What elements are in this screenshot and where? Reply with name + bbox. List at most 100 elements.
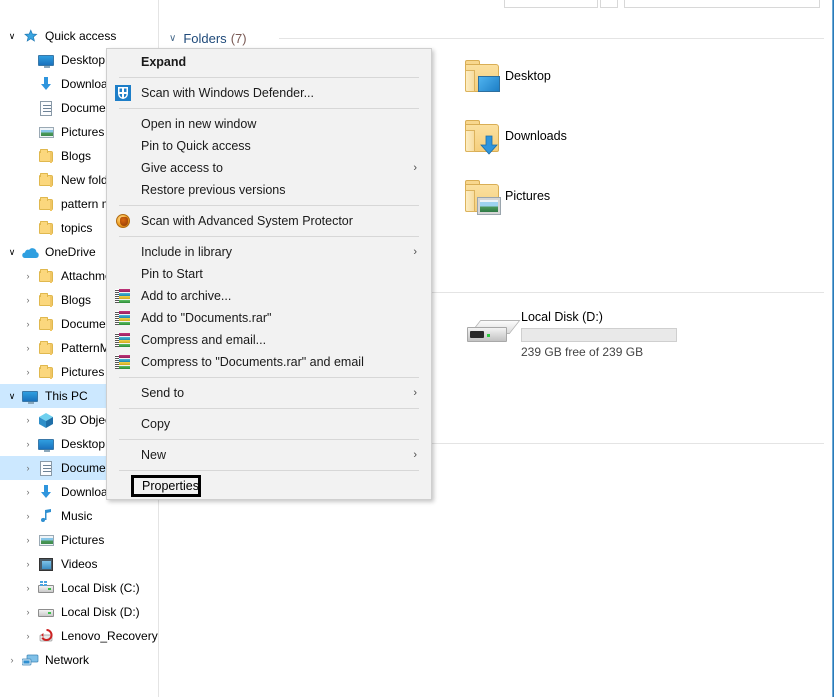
menu-item-label: Give access to xyxy=(141,161,223,175)
chevron-right-icon[interactable]: › xyxy=(20,312,36,336)
sidebar-item-label: Lenovo_Recovery (E:) xyxy=(61,629,158,643)
menu-separator xyxy=(119,77,419,78)
menu-item-expand[interactable]: Expand xyxy=(107,51,431,73)
menu-item-pin-to-start[interactable]: Pin to Start xyxy=(107,263,431,285)
winrar-icon xyxy=(115,288,131,304)
download-icon xyxy=(36,482,56,502)
chevron-right-icon[interactable]: › xyxy=(20,504,36,528)
chevron-right-icon[interactable]: › xyxy=(20,480,36,504)
chevron-right-icon[interactable]: › xyxy=(20,288,36,312)
winrar-icon xyxy=(115,354,131,370)
chevron-right-icon[interactable]: › xyxy=(20,336,36,360)
sidebar-item-label: Desktop xyxy=(61,437,105,451)
chevron-right-icon[interactable]: › xyxy=(20,456,36,480)
menu-item-scan-with-advanced-system-protector[interactable]: Scan with Advanced System Protector xyxy=(107,210,431,232)
menu-item-restore-previous-versions[interactable]: Restore previous versions xyxy=(107,179,431,201)
menu-separator xyxy=(119,439,419,440)
sidebar-item-label: Blogs xyxy=(61,293,91,307)
menu-item-add-to-documents-rar[interactable]: Add to "Documents.rar" xyxy=(107,307,431,329)
download-arrow-icon xyxy=(479,133,499,155)
menu-separator xyxy=(119,236,419,237)
chevron-placeholder xyxy=(20,120,36,144)
chevron-down-icon: ∨ xyxy=(169,33,176,44)
sidebar-item-lenovo-recovery-e[interactable]: › Lenovo_Recovery (E:) xyxy=(0,624,158,648)
sidebar-item-videos[interactable]: › Videos xyxy=(0,552,158,576)
chevron-right-icon[interactable]: › xyxy=(20,552,36,576)
menu-item-compress-to-documents-rar-and-email[interactable]: Compress to "Documents.rar" and email xyxy=(107,351,431,373)
menu-item-label: Include in library xyxy=(141,245,232,259)
sidebar-item-label: Quick access xyxy=(45,29,116,43)
menu-item-pin-to-quick-access[interactable]: Pin to Quick access xyxy=(107,135,431,157)
chevron-down-icon[interactable]: ∨ xyxy=(4,24,20,48)
chevron-placeholder xyxy=(20,216,36,240)
drive-label: Local Disk (D:) xyxy=(521,310,677,324)
monitor-icon xyxy=(36,50,56,70)
chevron-right-icon[interactable]: › xyxy=(20,624,36,648)
sidebar-item-label: Local Disk (D:) xyxy=(61,605,140,619)
folder-tile-downloads[interactable]: Downloads xyxy=(459,118,567,162)
chevron-right-icon[interactable]: › xyxy=(4,648,20,672)
context-menu[interactable]: Expand Scan with Windows Defender... Open … xyxy=(106,48,432,500)
group-header-folders[interactable]: ∨ Folders (7) xyxy=(169,29,247,47)
folder-icon xyxy=(36,314,56,334)
chevron-down-icon[interactable]: ∨ xyxy=(4,240,20,264)
menu-item-include-in-library[interactable]: Include in library› xyxy=(107,241,431,263)
menu-item-compress-and-email[interactable]: Compress and email... xyxy=(107,329,431,351)
menu-item-highlight-box[interactable]: Properties xyxy=(131,475,201,497)
chevron-right-icon[interactable]: › xyxy=(20,408,36,432)
menu-item-new[interactable]: New› xyxy=(107,444,431,466)
sidebar-item-label: Local Disk (C:) xyxy=(61,581,140,595)
chevron-placeholder xyxy=(20,192,36,216)
sidebar-item-label: Videos xyxy=(61,557,97,571)
chevron-right-icon[interactable]: › xyxy=(20,600,36,624)
folder-tile-pictures[interactable]: Pictures xyxy=(459,178,550,222)
menu-item-give-access-to[interactable]: Give access to › xyxy=(107,157,431,179)
menu-item-open-in-new-window[interactable]: Open in new window xyxy=(107,113,431,135)
monitor-icon xyxy=(36,434,56,454)
chevron-right-icon[interactable]: › xyxy=(20,264,36,288)
network-icon xyxy=(20,650,40,670)
menu-item-label: Pin to Start xyxy=(141,267,203,281)
folder-tile-label: Desktop xyxy=(505,58,551,83)
chevron-placeholder xyxy=(20,72,36,96)
sidebar-item-network[interactable]: ›Network xyxy=(0,648,158,672)
drive-icon xyxy=(36,602,56,622)
chevron-right-icon[interactable]: › xyxy=(20,360,36,384)
search-box[interactable] xyxy=(624,0,820,8)
chevron-right-icon[interactable]: › xyxy=(20,528,36,552)
menu-item-label: Compress and email... xyxy=(141,333,266,347)
chevron-placeholder xyxy=(20,48,36,72)
chevron-right-icon[interactable]: › xyxy=(20,432,36,456)
menu-item-label: Expand xyxy=(141,55,186,69)
sidebar-item-quick-access[interactable]: ∨ Quick access xyxy=(0,24,158,48)
toolbar-box-mid[interactable] xyxy=(600,0,618,8)
group-header-count: (7) xyxy=(231,31,247,46)
picture-icon xyxy=(36,530,56,550)
menu-item-properties[interactable]: Properties xyxy=(107,475,431,497)
sidebar-item-local-disk-d[interactable]: › Local Disk (D:) xyxy=(0,600,158,624)
toolbar-box-left[interactable] xyxy=(504,0,598,8)
folder-tile-desktop[interactable]: Desktop xyxy=(459,58,551,102)
folder-tile-label: Downloads xyxy=(505,118,567,143)
drive-tile-local-disk-d[interactable]: Local Disk (D:) 239 GB free of 239 GB xyxy=(459,310,677,359)
folder-icon xyxy=(36,218,56,238)
chevron-right-icon: › xyxy=(413,162,417,174)
drive-icon xyxy=(459,310,521,354)
video-icon xyxy=(36,554,56,574)
menu-item-label: Add to archive... xyxy=(141,289,231,303)
menu-item-copy[interactable]: Copy xyxy=(107,413,431,435)
star-icon xyxy=(20,26,40,46)
chevron-right-icon[interactable]: › xyxy=(20,576,36,600)
sidebar-item-local-disk-c[interactable]: › Local Disk (C:) xyxy=(0,576,158,600)
menu-item-send-to[interactable]: Send to› xyxy=(107,382,431,404)
sidebar-item-label: Blogs xyxy=(61,149,91,163)
folder-pictures-icon xyxy=(459,178,505,222)
menu-item-label: Restore previous versions xyxy=(141,183,286,197)
chevron-right-icon: › xyxy=(413,449,417,461)
menu-item-add-to-archive[interactable]: Add to archive... xyxy=(107,285,431,307)
sidebar-item-music[interactable]: ›Music xyxy=(0,504,158,528)
recovery-drive-icon xyxy=(36,626,56,646)
chevron-down-icon[interactable]: ∨ xyxy=(4,384,20,408)
sidebar-item-pictures[interactable]: ›Pictures xyxy=(0,528,158,552)
menu-item-scan-with-windows-defender[interactable]: Scan with Windows Defender... xyxy=(107,82,431,104)
